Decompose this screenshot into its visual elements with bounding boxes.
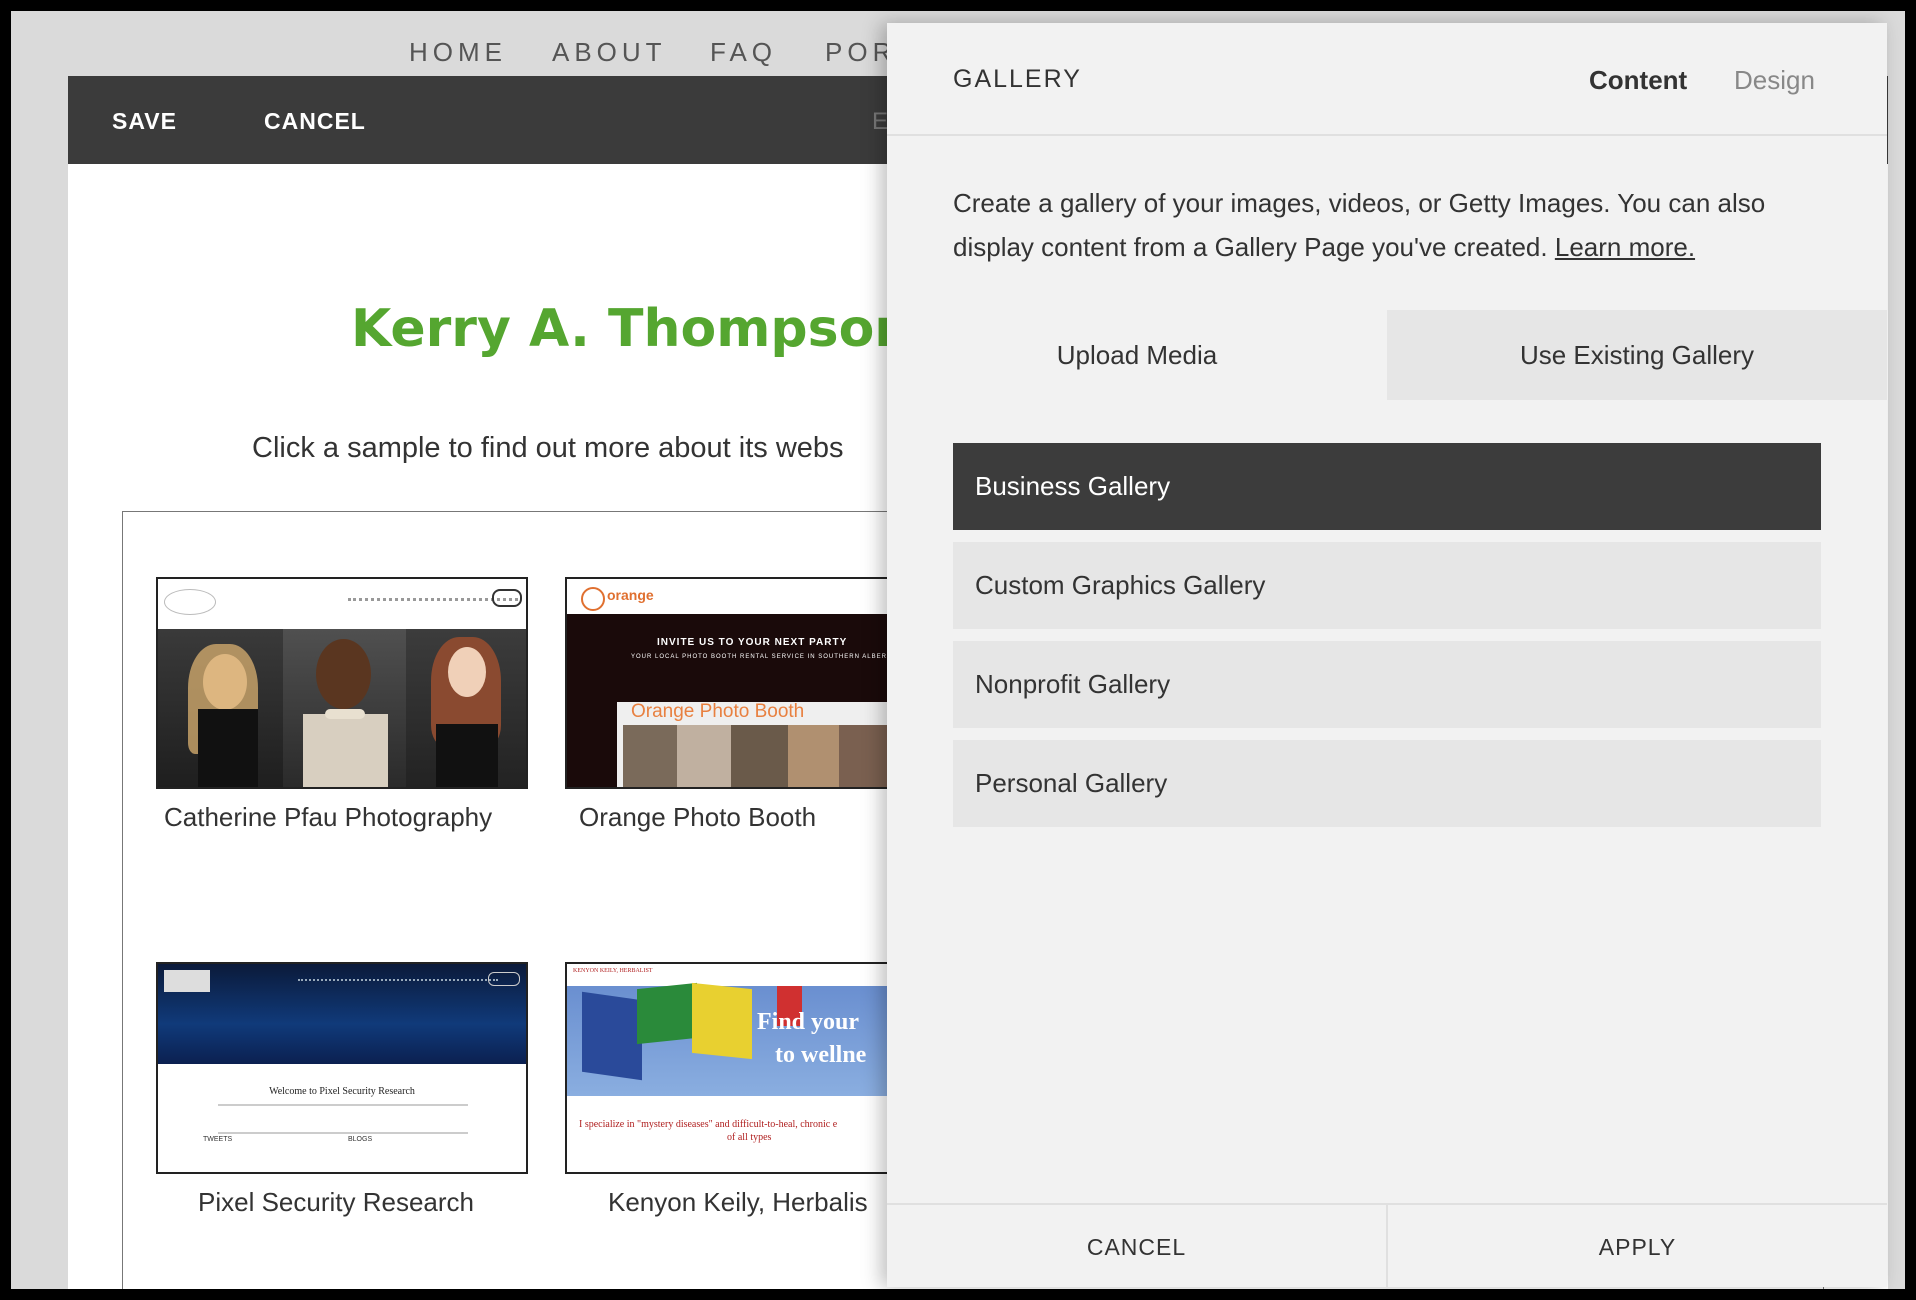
panel-description: Create a gallery of your images, videos,… — [953, 181, 1833, 269]
hero-image — [567, 982, 935, 1096]
sample-thumbnail-pixel[interactable]: Welcome to Pixel Security Research TWEET… — [156, 962, 528, 1174]
save-button[interactable]: SAVE — [112, 108, 177, 135]
tab-content[interactable]: Content — [1589, 65, 1687, 96]
hero-image — [158, 964, 526, 1064]
gallery-option-label: Business Gallery — [975, 471, 1171, 501]
gallery-option-label: Nonprofit Gallery — [975, 669, 1171, 699]
sample-thumbnail-catherine[interactable] — [156, 577, 528, 789]
browser-viewport: HOME ABOUT FAQ POR SAVE CANCEL Editi Ker… — [11, 11, 1905, 1289]
apply-label: APPLY — [1598, 1233, 1677, 1260]
photo-strip — [623, 725, 923, 787]
nav-button — [488, 972, 520, 986]
tweets-heading: TWEETS — [203, 1136, 233, 1143]
use-existing-gallery-tab[interactable]: Use Existing Gallery — [1387, 310, 1887, 400]
upload-media-label: Upload Media — [1056, 339, 1218, 370]
learn-more-link[interactable]: Learn more. — [1555, 232, 1695, 262]
body-text — [218, 1104, 468, 1134]
thumbnail-header: orange — [567, 579, 935, 614]
use-existing-gallery-label: Use Existing Gallery — [1519, 339, 1755, 370]
portrait-photo — [158, 629, 283, 787]
welcome-heading: Welcome to Pixel Security Research — [269, 1086, 415, 1097]
nav-faq[interactable]: FAQ — [710, 37, 777, 68]
logo — [164, 970, 210, 992]
gallery-settings-panel: GALLERY Content Design Create a gallery … — [887, 23, 1887, 1289]
hero-subline-2: of all types — [727, 1132, 772, 1143]
logo — [164, 589, 216, 615]
sample-thumbnail-orange[interactable]: orange INVITE US TO YOUR NEXT PARTY YOUR… — [565, 577, 937, 789]
nav-about[interactable]: ABOUT — [552, 37, 667, 68]
panel-title: GALLERY — [953, 65, 1082, 93]
tab-design[interactable]: Design — [1734, 65, 1815, 96]
apply-button[interactable]: APPLY — [1388, 1205, 1887, 1289]
sample-caption[interactable]: Kenyon Keily, Herbalis — [608, 1187, 868, 1218]
sample-caption[interactable]: Pixel Security Research — [198, 1187, 474, 1218]
portrait-photo — [406, 629, 526, 787]
thumbnail-header: KENYON KEILY, HERBALIST — [567, 964, 935, 986]
hero-headline-2: to wellne — [775, 1042, 867, 1068]
cancel-label: CANCEL — [1086, 1233, 1187, 1260]
site-name: KENYON KEILY, HERBALIST — [573, 968, 653, 974]
hero-subline: YOUR LOCAL PHOTO BOOTH RENTAL SERVICE IN… — [631, 654, 897, 660]
gallery-option-business[interactable]: Business Gallery — [953, 443, 1821, 530]
gallery-option-personal[interactable]: Personal Gallery — [953, 740, 1821, 827]
nav-button — [492, 589, 522, 607]
panel-header: GALLERY Content Design — [887, 23, 1887, 136]
thumbnail-header — [158, 579, 526, 630]
logo-text: orange — [607, 587, 654, 603]
gallery-option-label: Personal Gallery — [975, 768, 1168, 798]
nav-home[interactable]: HOME — [409, 37, 507, 68]
hero-headline: Find your — [757, 1009, 860, 1035]
blogs-heading: BLOGS — [348, 1136, 373, 1143]
cancel-button[interactable]: CANCEL — [887, 1205, 1388, 1289]
sample-caption[interactable]: Catherine Pfau Photography — [164, 802, 492, 833]
gallery-option-custom-graphics[interactable]: Custom Graphics Gallery — [953, 542, 1821, 629]
panel-footer: CANCEL APPLY — [887, 1203, 1887, 1289]
gallery-option-label: Custom Graphics Gallery — [975, 570, 1266, 600]
logo-icon — [581, 587, 605, 611]
sample-caption[interactable]: Orange Photo Booth — [579, 802, 816, 833]
hero-subline: I specialize in "mystery diseases" and d… — [579, 1119, 838, 1130]
sign-text: Orange Photo Booth — [631, 701, 805, 722]
hero-headline: INVITE US TO YOUR NEXT PARTY — [657, 637, 848, 648]
portrait-photo — [283, 629, 406, 787]
sample-thumbnail-kenyon[interactable]: KENYON KEILY, HERBALIST Find your to wel… — [565, 962, 937, 1174]
nav-portfolio[interactable]: POR — [825, 37, 896, 68]
page-subtitle: Click a sample to find out more about it… — [252, 432, 844, 464]
gallery-option-nonprofit[interactable]: Nonprofit Gallery — [953, 641, 1821, 728]
upload-media-tab[interactable]: Upload Media — [887, 310, 1387, 400]
cancel-edit-button[interactable]: CANCEL — [264, 108, 366, 135]
nav-links — [298, 979, 498, 981]
